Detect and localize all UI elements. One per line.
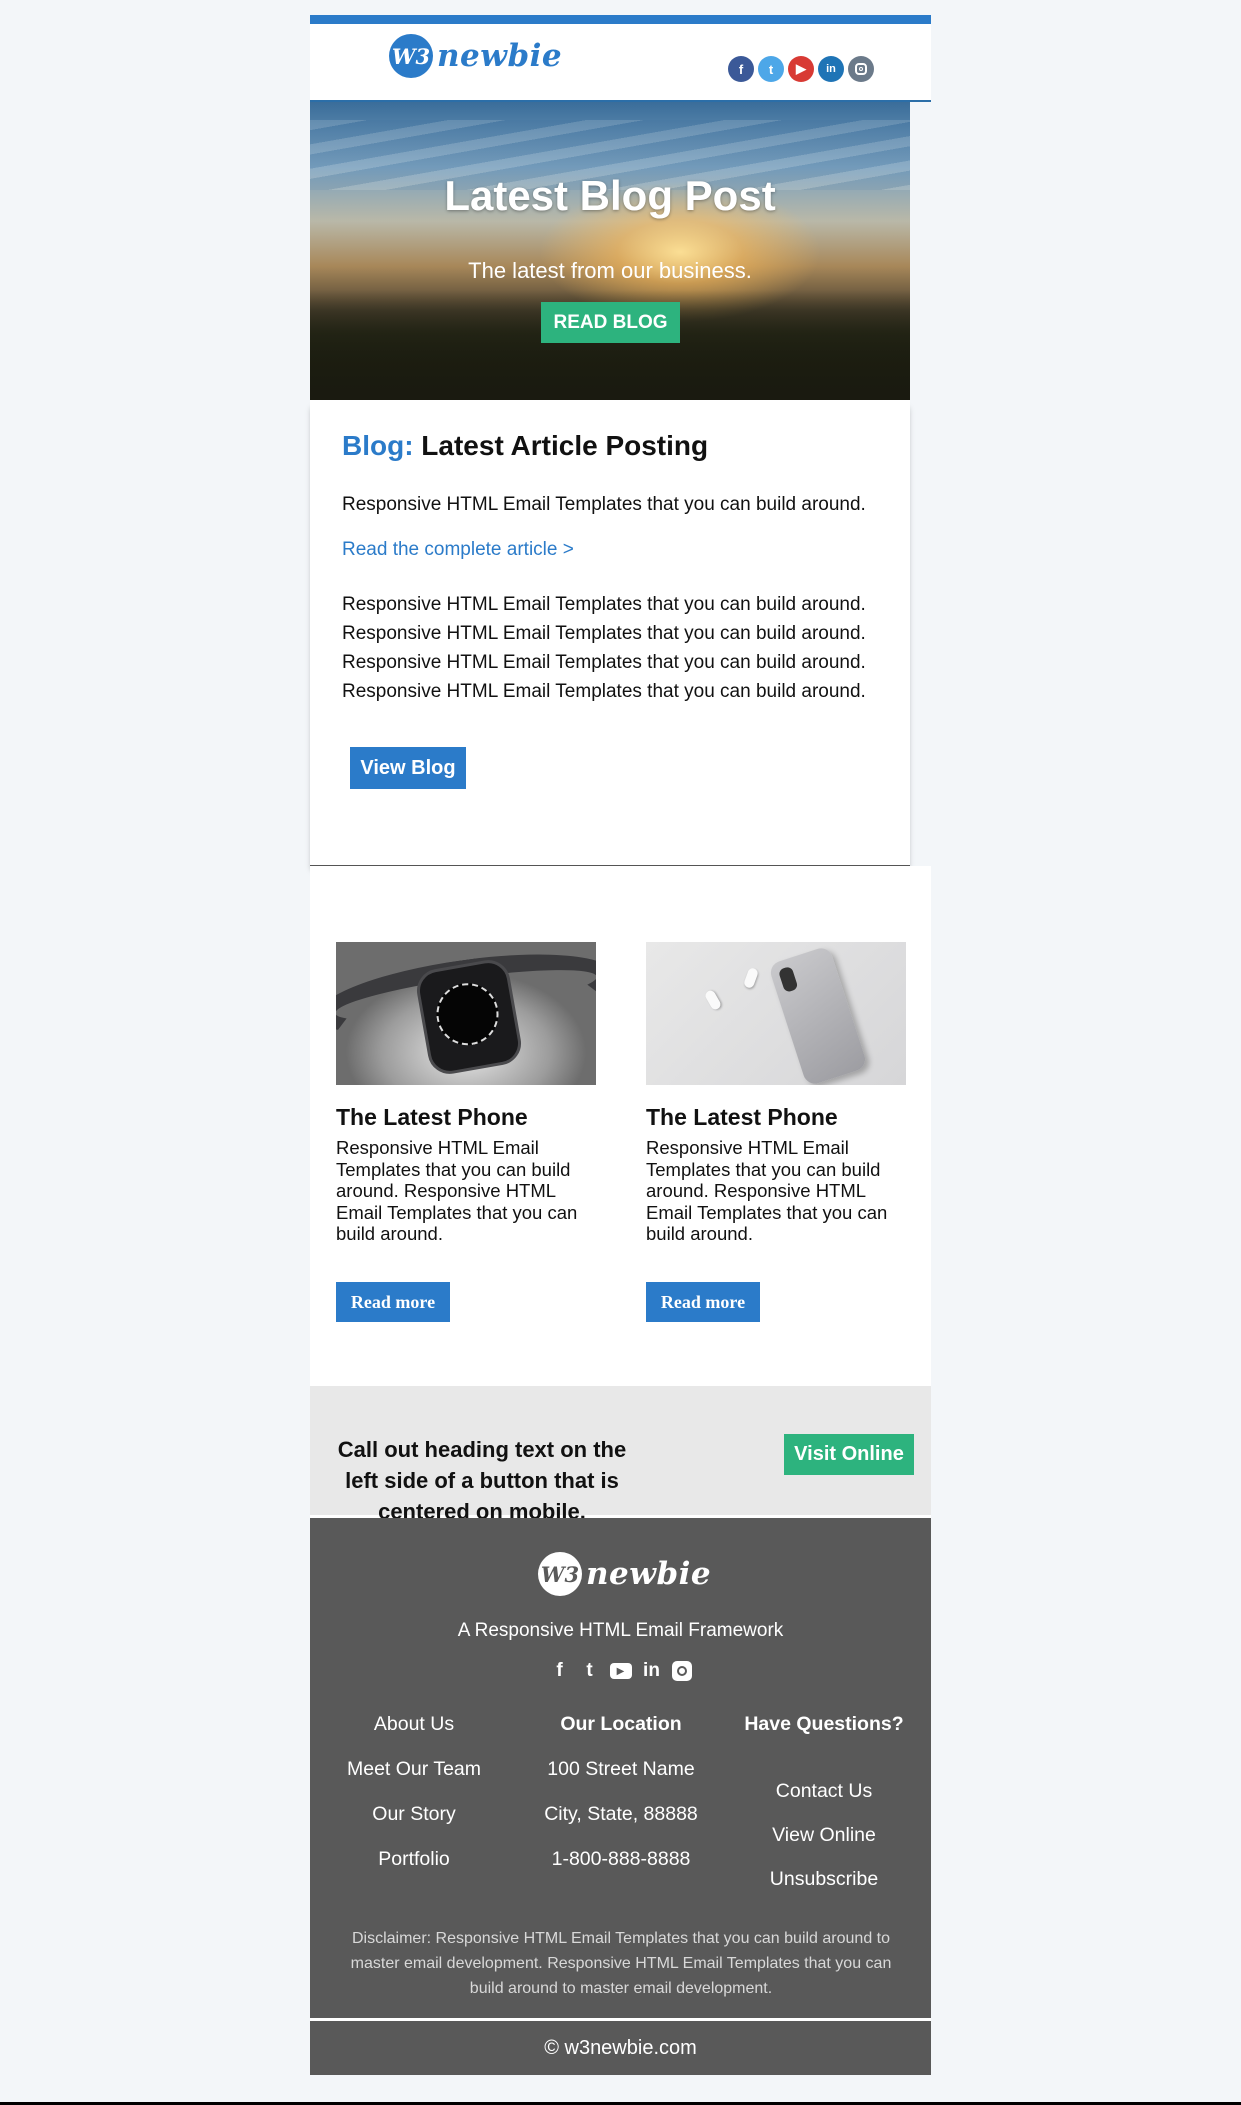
footer-link-team[interactable]: Meet Our Team xyxy=(324,1758,504,1803)
email-header: W3 newbie f t ▶ in xyxy=(310,24,931,102)
article-title-prefix: Blog: xyxy=(342,430,414,461)
email-footer: W3 newbie A Responsive HTML Email Framew… xyxy=(310,1518,931,2018)
read-more-button[interactable]: Read more xyxy=(336,1282,450,1322)
read-more-button[interactable]: Read more xyxy=(646,1282,760,1322)
facebook-icon[interactable]: f xyxy=(728,56,754,82)
article-line: Responsive HTML Email Templates that you… xyxy=(342,594,866,615)
product-description: Responsive HTML Email Templates that you… xyxy=(336,1137,578,1244)
products-section: The Latest Phone Responsive HTML Email T… xyxy=(310,866,931,1386)
earbud xyxy=(742,966,760,990)
hero-banner: Latest Blog Post The latest from our bus… xyxy=(310,102,910,400)
copyright-bar: © w3newbie.com xyxy=(310,2018,931,2075)
visit-online-button[interactable]: Visit Online xyxy=(784,1434,914,1475)
phone-device xyxy=(767,945,869,1085)
product-card: The Latest Phone Responsive HTML Email T… xyxy=(336,942,596,1322)
email-container: W3 newbie f t ▶ in Latest Blog Post The … xyxy=(310,15,931,2075)
read-blog-button[interactable]: READ BLOG xyxy=(541,302,680,343)
hero-subtitle: The latest from our business. xyxy=(468,258,752,283)
watch-body xyxy=(413,956,525,1078)
footer-link-portfolio[interactable]: Portfolio xyxy=(324,1848,504,1893)
footer-link-view-online[interactable]: View Online xyxy=(740,1824,908,1868)
earbud xyxy=(703,988,723,1012)
article-line: Responsive HTML Email Templates that you… xyxy=(342,623,866,644)
youtube-icon[interactable]: ▶ xyxy=(609,1663,632,1679)
footer-link-contact[interactable]: Contact Us xyxy=(740,1780,908,1824)
footer-link-unsubscribe[interactable]: Unsubscribe xyxy=(740,1868,908,1912)
footer-logo[interactable]: W3 newbie xyxy=(538,1552,711,1596)
logo-mark-icon: W3 xyxy=(389,34,433,78)
logo-mark-icon: W3 xyxy=(538,1552,582,1596)
brand-logo[interactable]: W3 newbie xyxy=(389,34,562,78)
linkedin-icon[interactable]: in xyxy=(818,56,844,82)
product-title: The Latest Phone xyxy=(336,1104,528,1130)
phone-camera xyxy=(777,965,799,993)
article-title: Blog: Latest Article Posting xyxy=(342,430,708,462)
top-accent-bar xyxy=(310,15,931,24)
view-blog-button[interactable]: View Blog xyxy=(350,747,466,789)
footer-disclaimer: Disclaimer: Responsive HTML Email Templa… xyxy=(350,1930,892,1997)
article-line: Responsive HTML Email Templates that you… xyxy=(342,652,866,673)
article-title-main: Latest Article Posting xyxy=(413,430,709,461)
product-title: The Latest Phone xyxy=(646,1104,838,1130)
watch-image[interactable] xyxy=(336,942,596,1085)
watch-face xyxy=(431,978,504,1051)
callout-section: Call out heading text on the left side o… xyxy=(310,1386,931,1524)
linkedin-icon[interactable]: in xyxy=(642,1660,662,1682)
article-section: Blog: Latest Article Posting Responsive … xyxy=(310,400,910,866)
logo-wordmark: newbie xyxy=(437,38,563,74)
footer-tagline: A Responsive HTML Email Framework xyxy=(457,1620,784,1641)
callout-heading: Call out heading text on the left side o… xyxy=(337,1437,627,1524)
twitter-icon[interactable]: t xyxy=(580,1660,600,1682)
footer-link-about[interactable]: About Us xyxy=(324,1713,504,1758)
youtube-icon[interactable]: ▶ xyxy=(788,56,814,82)
read-article-link[interactable]: Read the complete article > xyxy=(342,539,574,561)
footer-social-links: f t ▶ in xyxy=(310,1660,931,1682)
location-heading: Our Location xyxy=(560,1713,682,1735)
twitter-icon[interactable]: t xyxy=(758,56,784,82)
footer-links-column: About Us Meet Our Team Our Story Portfol… xyxy=(324,1713,504,1893)
footer-questions-column: Have Questions? Contact Us View Online U… xyxy=(740,1713,908,1912)
hero-title: Latest Blog Post xyxy=(444,172,776,219)
article-line: Responsive HTML Email Templates that you… xyxy=(342,681,866,702)
article-body: Responsive HTML Email Templates that you… xyxy=(342,590,866,706)
footer-location-column: Our Location 100 Street Name City, State… xyxy=(531,1713,711,1893)
footer-link-story[interactable]: Our Story xyxy=(324,1803,504,1848)
instagram-icon[interactable] xyxy=(671,1661,692,1681)
product-card: The Latest Phone Responsive HTML Email T… xyxy=(646,942,906,1322)
facebook-icon[interactable]: f xyxy=(550,1660,570,1682)
logo-wordmark: newbie xyxy=(586,1556,712,1592)
article-intro: Responsive HTML Email Templates that you… xyxy=(342,494,866,515)
phone-number[interactable]: 1-800-888-8888 xyxy=(531,1848,711,1893)
header-social-links: f t ▶ in xyxy=(728,56,874,82)
product-description: Responsive HTML Email Templates that you… xyxy=(646,1137,888,1244)
phone-image[interactable] xyxy=(646,942,906,1085)
city-state-zip: City, State, 88888 xyxy=(544,1803,698,1825)
instagram-icon[interactable] xyxy=(848,56,874,82)
questions-heading: Have Questions? xyxy=(744,1713,904,1735)
street-address: 100 Street Name xyxy=(547,1758,695,1780)
